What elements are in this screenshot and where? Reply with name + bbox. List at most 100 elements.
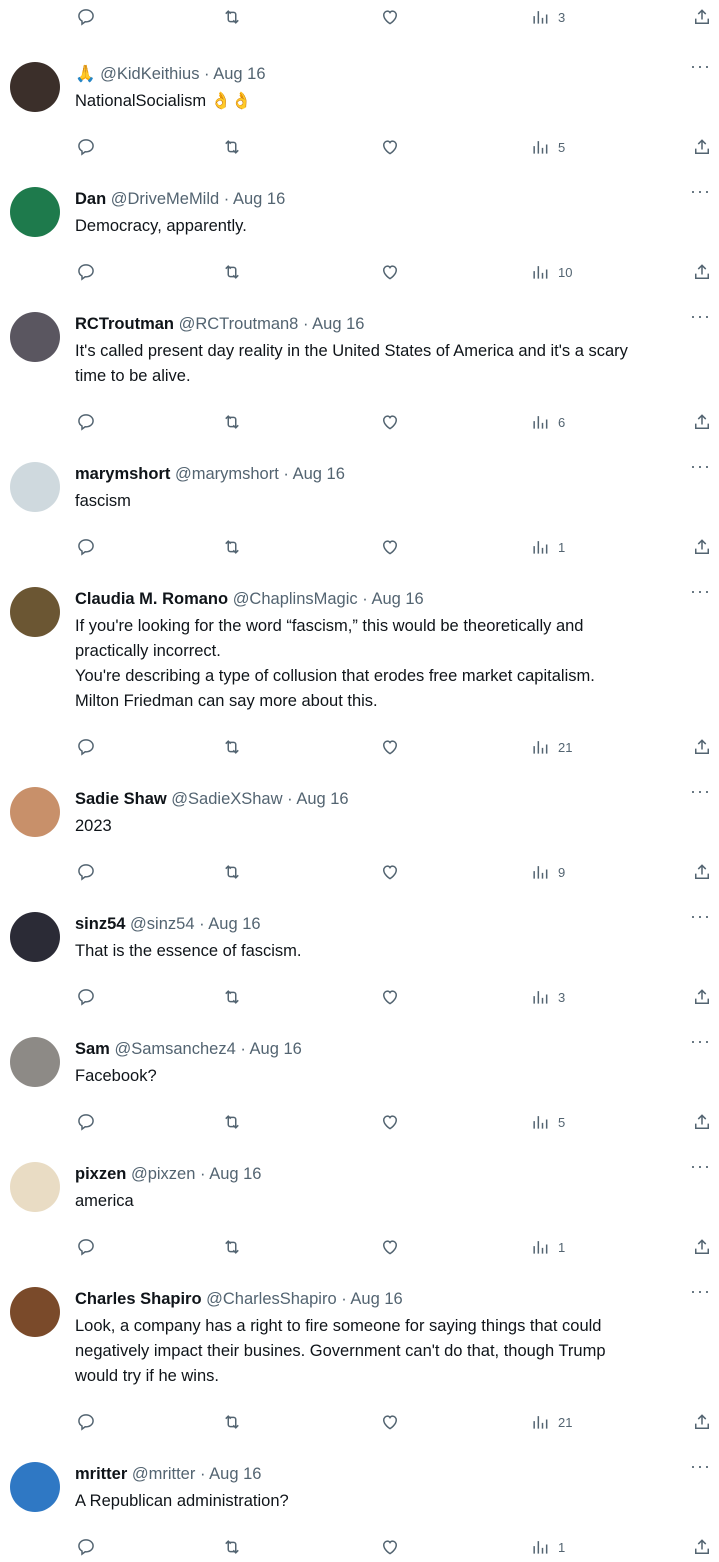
share-button[interactable]	[692, 1107, 712, 1137]
reply-button[interactable]	[76, 857, 96, 887]
retweet-button[interactable]	[222, 982, 242, 1012]
retweet-button[interactable]	[222, 1532, 242, 1562]
like-button[interactable]	[380, 1107, 400, 1137]
share-button[interactable]	[692, 1407, 712, 1437]
reply-button[interactable]	[76, 982, 96, 1012]
more-options-button[interactable]: ···	[690, 306, 711, 327]
display-name[interactable]: RCTroutman	[75, 315, 174, 333]
handle[interactable]: @mritter	[132, 1465, 196, 1483]
reply-button[interactable]	[76, 257, 96, 287]
retweet-button[interactable]	[222, 1232, 242, 1262]
avatar[interactable]	[10, 1037, 60, 1087]
share-button[interactable]	[692, 132, 712, 162]
share-button[interactable]	[692, 732, 712, 762]
views-button[interactable]: 3	[530, 982, 565, 1012]
handle[interactable]: @CharlesShapiro	[206, 1290, 336, 1308]
more-options-button[interactable]: ···	[690, 1156, 711, 1177]
timestamp[interactable]: Aug 16	[233, 190, 285, 208]
like-button[interactable]	[380, 2, 400, 32]
like-button[interactable]	[380, 1407, 400, 1437]
reply-button[interactable]	[76, 1532, 96, 1562]
handle[interactable]: @marymshort	[175, 465, 279, 483]
retweet-button[interactable]	[222, 532, 242, 562]
share-button[interactable]	[692, 407, 712, 437]
avatar[interactable]	[10, 462, 60, 512]
share-button[interactable]	[692, 1232, 712, 1262]
display-name[interactable]: Sadie Shaw	[75, 790, 167, 808]
avatar[interactable]	[10, 1462, 60, 1512]
more-options-button[interactable]: ···	[690, 1031, 711, 1052]
retweet-button[interactable]	[222, 1407, 242, 1437]
handle[interactable]: @KidKeithius	[100, 65, 199, 83]
like-button[interactable]	[380, 532, 400, 562]
display-name[interactable]: Sam	[75, 1040, 110, 1058]
views-button[interactable]: 10	[530, 257, 572, 287]
views-button[interactable]: 5	[530, 1107, 565, 1137]
timestamp[interactable]: Aug 16	[350, 1290, 402, 1308]
views-button[interactable]: 1	[530, 1532, 565, 1562]
share-button[interactable]	[692, 857, 712, 887]
more-options-button[interactable]: ···	[690, 581, 711, 602]
avatar[interactable]	[10, 912, 60, 962]
views-button[interactable]: 6	[530, 407, 565, 437]
display-name[interactable]: marymshort	[75, 465, 170, 483]
handle[interactable]: @DriveMeMild	[111, 190, 219, 208]
more-options-button[interactable]: ···	[690, 456, 711, 477]
handle[interactable]: @Samsanchez4	[114, 1040, 235, 1058]
display-name[interactable]: sinz54	[75, 915, 125, 933]
reply-button[interactable]	[76, 132, 96, 162]
timestamp[interactable]: Aug 16	[296, 790, 348, 808]
retweet-button[interactable]	[222, 2, 242, 32]
avatar[interactable]	[10, 787, 60, 837]
views-button[interactable]: 21	[530, 1407, 572, 1437]
more-options-button[interactable]: ···	[690, 1281, 711, 1302]
share-button[interactable]	[692, 1532, 712, 1562]
views-button[interactable]: 5	[530, 132, 565, 162]
display-name[interactable]: mritter	[75, 1465, 127, 1483]
views-button[interactable]: 1	[530, 1232, 565, 1262]
more-options-button[interactable]: ···	[690, 56, 711, 77]
handle[interactable]: @pixzen	[131, 1165, 195, 1183]
display-name[interactable]: Claudia M. Romano	[75, 590, 228, 608]
like-button[interactable]	[380, 982, 400, 1012]
reply-button[interactable]	[76, 532, 96, 562]
like-button[interactable]	[380, 257, 400, 287]
like-button[interactable]	[380, 857, 400, 887]
timestamp[interactable]: Aug 16	[312, 315, 364, 333]
timestamp[interactable]: Aug 16	[371, 590, 423, 608]
retweet-button[interactable]	[222, 132, 242, 162]
views-button[interactable]: 9	[530, 857, 565, 887]
retweet-button[interactable]	[222, 857, 242, 887]
handle[interactable]: @RCTroutman8	[179, 315, 299, 333]
avatar[interactable]	[10, 187, 60, 237]
reply-button[interactable]	[76, 732, 96, 762]
reply-button[interactable]	[76, 1407, 96, 1437]
like-button[interactable]	[380, 407, 400, 437]
timestamp[interactable]: Aug 16	[250, 1040, 302, 1058]
handle[interactable]: @SadieXShaw	[171, 790, 282, 808]
retweet-button[interactable]	[222, 1107, 242, 1137]
reply-button[interactable]	[76, 1107, 96, 1137]
like-button[interactable]	[380, 1232, 400, 1262]
reply-button[interactable]	[76, 2, 96, 32]
display-name[interactable]: Dan	[75, 190, 106, 208]
share-button[interactable]	[692, 982, 712, 1012]
avatar[interactable]	[10, 312, 60, 362]
retweet-button[interactable]	[222, 732, 242, 762]
share-button[interactable]	[692, 532, 712, 562]
timestamp[interactable]: Aug 16	[293, 465, 345, 483]
avatar[interactable]	[10, 62, 60, 112]
avatar[interactable]	[10, 1287, 60, 1337]
views-button[interactable]: 1	[530, 532, 565, 562]
timestamp[interactable]: Aug 16	[213, 65, 265, 83]
timestamp[interactable]: Aug 16	[208, 915, 260, 933]
more-options-button[interactable]: ···	[690, 906, 711, 927]
handle[interactable]: @sinz54	[130, 915, 194, 933]
timestamp[interactable]: Aug 16	[209, 1465, 261, 1483]
like-button[interactable]	[380, 732, 400, 762]
display-name[interactable]: Charles Shapiro	[75, 1290, 202, 1308]
more-options-button[interactable]: ···	[690, 1456, 711, 1477]
reply-button[interactable]	[76, 407, 96, 437]
more-options-button[interactable]: ···	[690, 781, 711, 802]
share-button[interactable]	[692, 2, 712, 32]
